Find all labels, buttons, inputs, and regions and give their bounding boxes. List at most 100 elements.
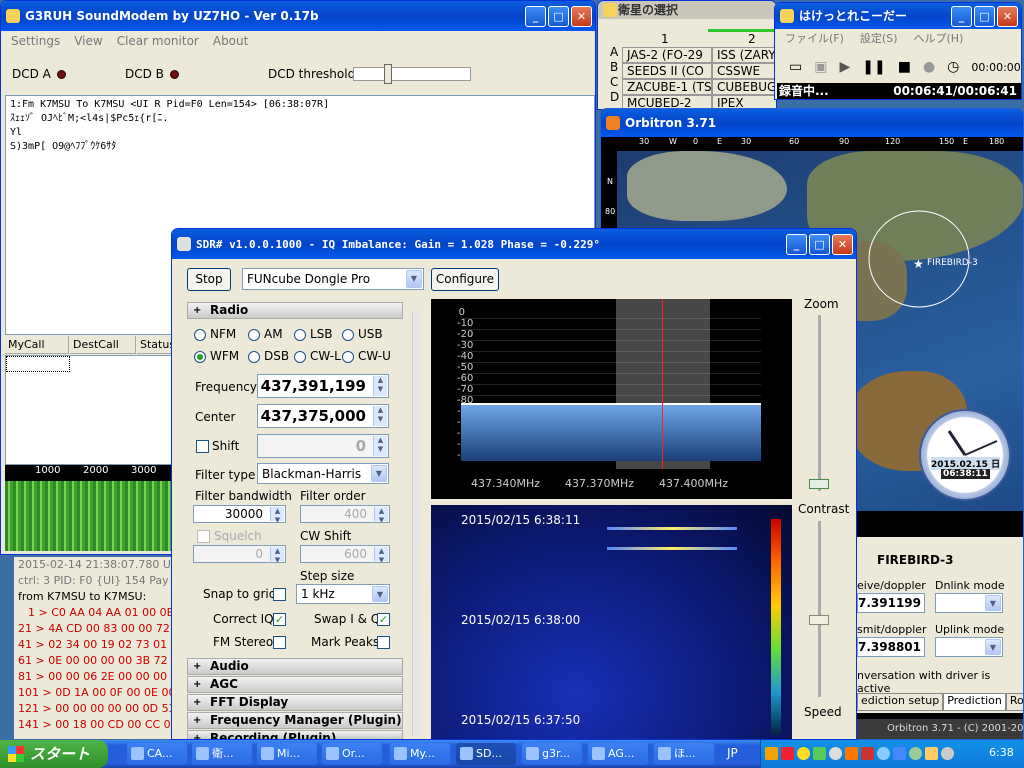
maximize-icon[interactable]: □ [548, 6, 569, 27]
recorder-titlebar[interactable]: はけっとれこーだー _ □ ✕ [775, 3, 1021, 29]
mode-cwu-radio[interactable] [342, 351, 354, 363]
shift-input[interactable]: 0 ▲ ▼ [257, 434, 389, 458]
tray-icon[interactable] [941, 747, 954, 760]
dcd-threshold-slider[interactable] [353, 64, 471, 84]
mode-dsb-radio[interactable] [248, 351, 260, 363]
shift-checkbox[interactable] [196, 440, 209, 453]
tray-icon[interactable] [877, 747, 890, 760]
new-icon[interactable]: ▭ [789, 59, 802, 75]
close-icon[interactable]: ✕ [997, 6, 1018, 27]
mode-wfm-radio[interactable] [194, 351, 206, 363]
start-button[interactable]: スタート [0, 740, 108, 768]
waterfall-display[interactable]: 2015/02/15 6:38:11 2015/02/15 6:38:00 20… [431, 505, 792, 739]
section-agc[interactable]: AGC [187, 676, 403, 693]
call-list[interactable] [5, 355, 177, 465]
task-sdrsharp[interactable]: SD... [456, 743, 516, 765]
uplink-mode-select[interactable]: ▼ [935, 637, 1003, 657]
tab-prediction[interactable]: Prediction [943, 693, 1006, 710]
tray-clock[interactable]: 6:38 [989, 746, 1014, 759]
sat-button[interactable]: SEEDS II (CO [622, 63, 712, 79]
maximize-icon[interactable]: □ [974, 6, 995, 27]
filter-order-input[interactable]: 400 ▲ ▼ [300, 505, 390, 524]
minimize-icon[interactable]: _ [951, 6, 972, 27]
pause-icon[interactable]: ❚❚ [862, 59, 885, 75]
tray-icon[interactable] [765, 747, 778, 760]
task-orbitron[interactable]: Or... [322, 743, 382, 765]
section-fft-display[interactable]: FFT Display [187, 694, 403, 711]
tray-icon[interactable] [861, 747, 874, 760]
dnlink-mode-select[interactable]: ▼ [935, 593, 1003, 613]
col-destcall[interactable]: DestCall [70, 336, 136, 354]
configure-button[interactable]: Configure [431, 268, 499, 291]
tab-prediction-setup[interactable]: ediction setup [857, 693, 944, 710]
task-g3ruh[interactable]: g3r... [522, 743, 582, 765]
menu-file[interactable]: ファイル(F) [785, 29, 844, 49]
menu-settings[interactable]: Settings [11, 31, 60, 51]
tray-icon[interactable] [909, 747, 922, 760]
minimize-icon[interactable]: _ [525, 6, 546, 27]
stop-icon[interactable]: ■ [898, 59, 911, 75]
mode-am-radio[interactable] [248, 329, 260, 341]
sat-button[interactable]: JAS-2 (FO-29 [622, 47, 712, 63]
section-audio[interactable]: Audio [187, 658, 403, 675]
packet-log[interactable]: 2015-02-14 21:38:07.780 U ctrl: 3 PID: F… [14, 557, 174, 739]
minimize-icon[interactable]: _ [786, 234, 807, 255]
sat-button[interactable]: CSSWE [712, 63, 776, 79]
task-my[interactable]: My... [390, 743, 450, 765]
task-satsel[interactable]: 衛... [192, 743, 252, 765]
filter-type-select[interactable]: Blackman-Harris ▼ [257, 463, 389, 484]
center-input[interactable]: 437,375,000 ▲ ▼ [257, 404, 389, 428]
tray-icon[interactable] [781, 747, 794, 760]
fm-stereo-checkbox[interactable] [273, 636, 286, 649]
spin-icon[interactable]: ▲ ▼ [374, 547, 388, 564]
spectrum-display[interactable]: 0 -10 -20 -30 -40 -50 -60 -70 -80 -90 -1… [431, 299, 792, 499]
spin-icon[interactable]: ▲ ▼ [374, 507, 388, 524]
section-radio[interactable]: Radio [187, 302, 403, 319]
tray-icon[interactable] [829, 747, 842, 760]
play-icon[interactable]: ▶ [839, 59, 850, 75]
sat-button[interactable]: ZACUBE-1 (TS [622, 79, 712, 95]
close-icon[interactable]: ✕ [571, 6, 592, 27]
menu-settings[interactable]: 設定(S) [860, 29, 898, 49]
mode-lsb-radio[interactable] [294, 329, 306, 341]
sdr-titlebar[interactable]: SDR# v1.0.0.1000 - IQ Imbalance: Gain = … [172, 229, 856, 259]
menu-clear-monitor[interactable]: Clear monitor [117, 31, 199, 51]
spin-icon[interactable]: ▲ ▼ [373, 406, 387, 426]
spin-icon[interactable]: ▲ ▼ [373, 376, 387, 396]
maximize-icon[interactable]: □ [809, 234, 830, 255]
snap-checkbox[interactable] [273, 588, 286, 601]
task-mi[interactable]: Mi... [257, 743, 317, 765]
squelch-input[interactable]: 0 ▲ ▼ [193, 545, 286, 564]
save-icon[interactable]: ▣ [814, 59, 827, 75]
contrast-slider[interactable] [809, 521, 829, 697]
step-size-select[interactable]: 1 kHz ▼ [296, 584, 390, 604]
task-calsat[interactable]: CA... [127, 743, 187, 765]
frequency-input[interactable]: 437,391,199 ▲ ▼ [257, 374, 389, 398]
panel-scrollbar[interactable] [412, 311, 420, 736]
satellite-marker-icon[interactable]: ★ [913, 257, 924, 271]
correct-iq-checkbox[interactable]: ✓ [273, 613, 286, 626]
tray-icon[interactable] [813, 747, 826, 760]
spin-icon[interactable]: ▲ ▼ [373, 436, 387, 456]
section-frequency-manager[interactable]: Frequency Manager (Plugin) [187, 712, 403, 729]
menu-help[interactable]: ヘルプ(H) [914, 29, 964, 49]
filter-bandwidth-input[interactable]: 30000 ▲ ▼ [193, 505, 286, 524]
cw-shift-input[interactable]: 600 ▲ ▼ [300, 545, 390, 564]
col-mycall[interactable]: MyCall [5, 336, 69, 354]
task-recorder[interactable]: ほ... [654, 743, 714, 765]
zoom-slider[interactable] [809, 315, 829, 491]
tray-icon[interactable] [797, 747, 810, 760]
menu-about[interactable]: About [213, 31, 248, 51]
rx-freq[interactable]: 7.391199 [857, 593, 925, 613]
tray-icon[interactable] [925, 747, 938, 760]
sat-button[interactable]: ISS (ZARY [712, 47, 776, 63]
device-select[interactable]: FUNcube Dongle Pro ▼ [242, 268, 424, 290]
mode-usb-radio[interactable] [342, 329, 354, 341]
tuning-line[interactable] [662, 299, 663, 469]
orbitron-titlebar[interactable]: Orbitron 3.71 [601, 109, 1023, 137]
tray-icon[interactable] [845, 747, 858, 760]
tx-freq[interactable]: 7.398801 [857, 637, 925, 657]
satsel-titlebar[interactable]: 衛星の選択 [598, 1, 776, 19]
stop-button[interactable]: Stop [187, 268, 231, 291]
swap-iq-checkbox[interactable]: ✓ [377, 613, 390, 626]
